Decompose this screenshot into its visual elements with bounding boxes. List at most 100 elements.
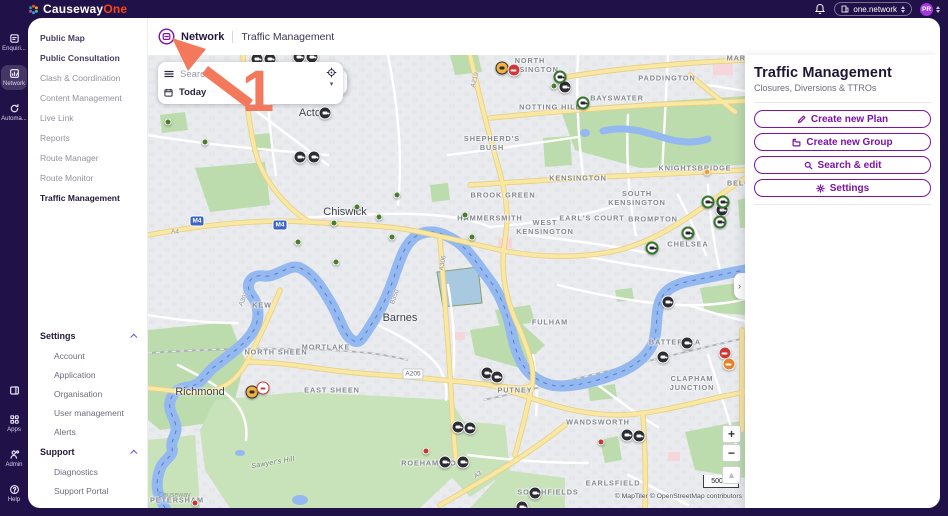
network-module-icon[interactable]: [158, 28, 175, 45]
chevron-up-icon: [130, 333, 137, 340]
sidebar-item-reports[interactable]: Reports: [28, 128, 147, 148]
settings-item-organisation[interactable]: Organisation: [28, 384, 147, 403]
settings-section-header[interactable]: Settings: [28, 325, 147, 346]
map-marker-green[interactable]: [717, 196, 730, 209]
map-marker-dot[interactable]: [192, 500, 199, 507]
map-marker-dark[interactable]: [464, 422, 477, 435]
map-marker-dot[interactable]: [354, 204, 361, 211]
map-marker-dark[interactable]: [308, 151, 321, 164]
map-marker-dark[interactable]: [516, 501, 529, 509]
sidebar-item-public-consultation[interactable]: Public Consultation: [28, 48, 147, 68]
sidebar-item-traffic-management[interactable]: Traffic Management: [28, 188, 147, 208]
settings-button[interactable]: Settings: [754, 179, 931, 197]
flower-logo-icon: [28, 4, 39, 15]
map-marker-dark[interactable]: [657, 351, 670, 364]
map-marker-green[interactable]: [714, 216, 727, 229]
search-input[interactable]: [180, 69, 300, 80]
support-section-header[interactable]: Support: [28, 441, 147, 462]
sidebar-item-help[interactable]: Help: [1, 481, 27, 506]
settings-item-application[interactable]: Application: [28, 365, 147, 384]
map-marker-redban[interactable]: [508, 64, 521, 77]
create-new-plan-button[interactable]: Create new Plan: [754, 110, 931, 128]
apps-icon: [9, 414, 20, 425]
support-item-support-portal[interactable]: Support Portal: [28, 481, 147, 500]
zoom-in-button[interactable]: +: [722, 425, 741, 443]
map-marker-dot[interactable]: [295, 239, 302, 246]
map-marker-dark[interactable]: [439, 456, 452, 469]
collapse-sidebar-button[interactable]: [1, 382, 27, 399]
map-marker-dot[interactable]: [389, 234, 396, 241]
sidebar-item-route-monitor[interactable]: Route Monitor: [28, 168, 147, 188]
map-marker-dot[interactable]: [598, 439, 605, 446]
map-marker-dot[interactable]: [551, 83, 558, 90]
map-marker-dot[interactable]: [423, 448, 430, 455]
gear-icon: [816, 184, 825, 193]
map-marker-dark[interactable]: [457, 456, 470, 469]
map-marker-dot[interactable]: [394, 192, 401, 199]
map-marker-dark[interactable]: [294, 151, 307, 164]
support-item-diagnostics[interactable]: Diagnostics: [28, 462, 147, 481]
map-marker-dot[interactable]: [165, 119, 172, 126]
breadcrumb-section[interactable]: Network: [181, 31, 224, 43]
user-menu[interactable]: PR: [920, 3, 940, 16]
map-marker-green[interactable]: [682, 227, 695, 240]
sidebar-item-public-map[interactable]: Public Map: [28, 28, 147, 48]
zoom-out-button[interactable]: −: [722, 444, 741, 462]
causeway-one-logo[interactable]: CausewayOne: [28, 2, 127, 16]
settings-item-account[interactable]: Account: [28, 346, 147, 365]
sidebar-item-live-link[interactable]: Live Link: [28, 108, 147, 128]
map-marker-dark[interactable]: [633, 430, 646, 443]
map-marker-dark[interactable]: [491, 371, 504, 384]
date-dropdown-caret[interactable]: ▾: [330, 82, 334, 88]
sidebar-item-admin[interactable]: Admin: [1, 446, 27, 471]
sidebar-item-clash-coordination[interactable]: Clash & Coordination: [28, 68, 147, 88]
settings-item-alerts[interactable]: Alerts: [28, 422, 147, 441]
map-marker-green[interactable]: [554, 71, 567, 84]
search-and-edit-button[interactable]: Search & edit: [754, 156, 931, 174]
divider: [754, 204, 931, 205]
sidebar-item-content-management[interactable]: Content Management: [28, 88, 147, 108]
traffic-management-panel: Traffic Management Closures, Diversions …: [745, 55, 940, 508]
create-new-group-button[interactable]: Create new Group: [754, 133, 931, 151]
map-marker-dot[interactable]: [333, 259, 340, 266]
map-marker-green[interactable]: [646, 242, 659, 255]
map-marker-dot[interactable]: [469, 234, 476, 241]
sidebar-item-enquiries[interactable]: Enquiri...: [1, 30, 27, 55]
sidebar-item-automations[interactable]: Automa...: [1, 100, 27, 125]
map-marker-dot[interactable]: [704, 169, 711, 176]
notifications-bell-icon[interactable]: [814, 3, 826, 15]
map-marker-dot[interactable]: [202, 139, 209, 146]
map-marker-dark[interactable]: [662, 296, 675, 309]
sidebar-item-route-manager[interactable]: Route Manager: [28, 148, 147, 168]
map-marker-green[interactable]: [577, 97, 590, 110]
map-marker-dot[interactable]: [376, 214, 383, 221]
building-icon: [841, 5, 849, 13]
settings-item-user-management[interactable]: User management: [28, 403, 147, 422]
date-filter-value[interactable]: Today: [179, 87, 206, 98]
pencil-icon: [797, 115, 806, 124]
collapse-panel-icon: [9, 385, 20, 396]
panel-subtitle: Closures, Diversions & TTROs: [754, 83, 931, 93]
logo-text: CausewayOne: [43, 2, 127, 16]
app-window: CausewayOne one.network PR: [0, 0, 948, 516]
compass-reset-button[interactable]: ▲: [722, 466, 741, 484]
map-marker-dot[interactable]: [462, 212, 469, 219]
locate-crosshair-icon[interactable]: [326, 67, 337, 78]
map-marker-dark[interactable]: [319, 107, 332, 120]
map-marker-whiteban[interactable]: [257, 382, 270, 395]
sidebar-item-apps[interactable]: Apps: [1, 411, 27, 436]
organisation-switcher[interactable]: one.network: [834, 2, 912, 16]
menu-hamburger-icon[interactable]: [164, 69, 174, 79]
main-surface: Public MapPublic ConsultationClash & Coo…: [28, 18, 940, 508]
map-marker-dark[interactable]: [681, 337, 694, 350]
map-marker-yellow[interactable]: [496, 62, 509, 75]
panel-expander-chevron[interactable]: ›: [734, 273, 745, 299]
map-marker-green[interactable]: [702, 196, 715, 209]
group-icon: [792, 138, 801, 147]
map-marker-dot[interactable]: [331, 220, 338, 227]
map-marker-dark[interactable]: [529, 487, 542, 500]
map-marker-orangeban[interactable]: [723, 358, 736, 371]
map-canvas[interactable]: ActonChiswickBarnesRichmondMARYNORTH KEN…: [148, 55, 745, 508]
breadcrumb-divider: [232, 31, 233, 43]
sidebar-item-network[interactable]: Network: [1, 65, 27, 90]
